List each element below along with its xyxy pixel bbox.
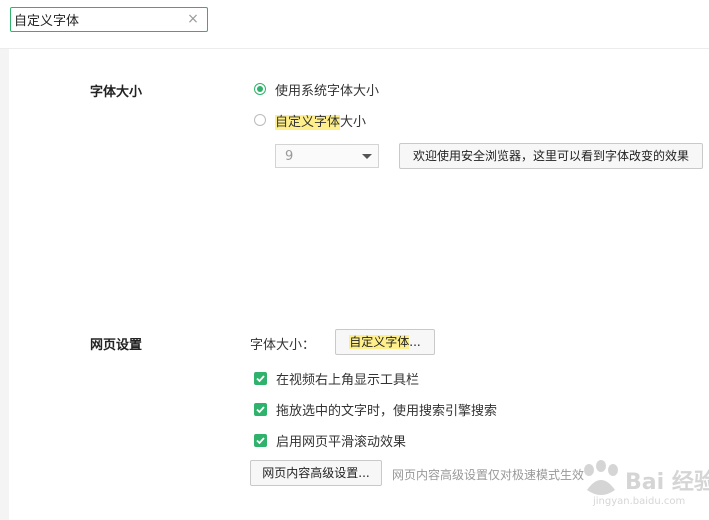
watermark-url: jingyan.baidu.com [593, 496, 686, 507]
advanced-settings-note: 网页内容高级设置仅对极速模式生效 [392, 468, 585, 482]
watermark-text: Bai 经验 [625, 470, 709, 495]
clear-search-icon[interactable]: × [185, 11, 201, 27]
radio-use-system-font-size-label: 使用系统字体大小 [275, 83, 380, 99]
radio-checked-icon[interactable] [254, 83, 266, 95]
checkbox-smooth-scroll[interactable]: 启用网页平滑滚动效果 [254, 431, 407, 450]
advanced-settings-button[interactable]: 网页内容高级设置... [250, 460, 382, 486]
search-match-highlight: 自定义字体 [275, 114, 341, 130]
checkbox-drag-search[interactable]: 拖放选中的文字时，使用搜索引擎搜索 [254, 400, 498, 419]
checkbox-checked-icon[interactable] [254, 371, 267, 385]
radio-custom-font-size-label: 自定义字体大小 [275, 111, 366, 130]
checkbox-video-toolbar-label: 在视频右上角显示工具栏 [276, 372, 420, 388]
search-match-highlight: 自定义字体 [349, 335, 410, 349]
checkbox-checked-icon[interactable] [254, 433, 267, 447]
checkbox-smooth-scroll-label: 启用网页平滑滚动效果 [276, 434, 407, 450]
settings-search-input[interactable] [14, 10, 184, 29]
radio-custom-label-rest: 大小 [340, 114, 367, 130]
font-preview-button[interactable]: 欢迎使用安全浏览器，这里可以看到字体改变的效果 [399, 143, 703, 169]
webpage-settings-section-title: 网页设置 [90, 338, 143, 353]
checkbox-video-toolbar[interactable]: 在视频右上角显示工具栏 [254, 369, 420, 388]
dropdown-caret-icon [362, 154, 372, 159]
radio-use-system-font-size[interactable]: 使用系统字体大小 [254, 80, 380, 99]
left-sidebar-strip [0, 49, 9, 520]
radio-unchecked-icon[interactable] [254, 114, 266, 126]
font-size-select-value: 9 [285, 149, 294, 164]
settings-search-box[interactable]: × [10, 7, 208, 32]
search-header: × [0, 0, 709, 49]
paw-logo-icon [584, 460, 618, 495]
webpage-font-size-label: 字体大小： [250, 338, 316, 353]
custom-font-button-ellipsis: ... [409, 335, 421, 349]
font-size-section-title: 字体大小 [90, 85, 143, 100]
baidu-jingyan-watermark: Bai 经验 jingyan.baidu.com [575, 460, 709, 514]
custom-font-button[interactable]: 自定义字体... [335, 329, 435, 355]
radio-custom-font-size[interactable]: 自定义字体大小 [254, 111, 366, 130]
checkbox-drag-search-label: 拖放选中的文字时，使用搜索引擎搜索 [276, 403, 498, 419]
font-size-select[interactable]: 9 [275, 144, 379, 168]
checkbox-checked-icon[interactable] [254, 402, 267, 416]
